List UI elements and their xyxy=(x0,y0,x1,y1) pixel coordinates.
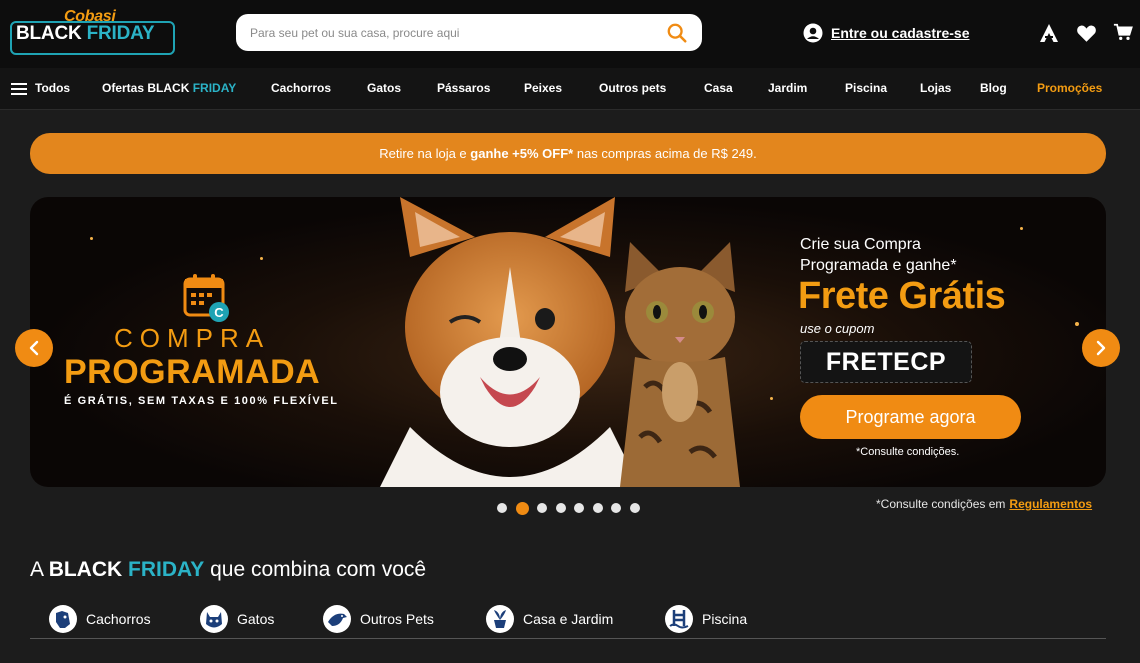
hero-compra-text: COMPRA xyxy=(114,323,271,353)
corgi-dog-image xyxy=(380,197,640,487)
nav-item-gatos[interactable]: Gatos xyxy=(367,81,401,95)
menu-icon[interactable] xyxy=(11,83,27,96)
nav-item-blog[interactable]: Blog xyxy=(980,81,1007,95)
category-tab-cachorros[interactable]: Cachorros xyxy=(48,603,151,635)
hero-frete-gratis: Frete Grátis xyxy=(798,275,1006,317)
nav-item-outros-pets[interactable]: Outros pets xyxy=(599,81,666,95)
category-tab-outros-pets[interactable]: Outros Pets xyxy=(322,603,434,635)
nav-item-lojas[interactable]: Lojas xyxy=(920,81,951,95)
section-title-suffix: que combina com você xyxy=(204,558,427,581)
pool-icon xyxy=(665,605,693,633)
dog-icon xyxy=(49,605,77,633)
search-input[interactable] xyxy=(250,23,650,43)
main-nav: Todos Ofertas BLACK FRIDAY Cachorros Gat… xyxy=(0,68,1140,110)
hero-carousel-slide[interactable]: C COMPRA PROGRAMADA É GRÁTIS, SEM TAXAS … xyxy=(30,197,1106,487)
carousel-dot[interactable] xyxy=(555,503,566,513)
calendar-icon: C xyxy=(183,274,229,322)
category-label: Outros Pets xyxy=(360,611,434,627)
nav-item-casa[interactable]: Casa xyxy=(704,81,733,95)
regulamentos-note: *Consulte condições em Regulamentos xyxy=(876,497,1092,511)
plant-icon xyxy=(486,605,514,633)
nav-item-peixes[interactable]: Peixes xyxy=(524,81,562,95)
programe-agora-button[interactable]: Programe agora xyxy=(800,395,1021,439)
chevron-right-icon xyxy=(1096,340,1106,356)
hero-tagline: É GRÁTIS, SEM TAXAS E 100% FLEXÍVEL xyxy=(64,395,339,407)
category-label: Casa e Jardim xyxy=(523,611,614,627)
logo-black: BLACK xyxy=(16,23,82,44)
hero-crie-text: Crie sua Compra Programada e ganhe* xyxy=(800,234,957,276)
carousel-pagination xyxy=(497,501,648,515)
nav-item-passaros[interactable]: Pássaros xyxy=(437,81,490,95)
account-link[interactable]: Entre ou cadastre-se xyxy=(803,23,970,43)
search-bar xyxy=(236,14,702,51)
nav-item-todos[interactable]: Todos xyxy=(35,81,70,95)
section-title-prefix: A xyxy=(30,558,49,581)
section-title-friday: FRIDAY xyxy=(128,558,205,581)
hero-crie-line-2: Programada e ganhe* xyxy=(800,257,957,274)
category-tab-gatos[interactable]: Gatos xyxy=(199,603,274,635)
regulamentos-link[interactable]: Regulamentos xyxy=(1009,497,1092,511)
cat-icon xyxy=(200,605,228,633)
category-label: Gatos xyxy=(237,611,275,627)
hero-cupom-label: use o cupom xyxy=(800,321,875,336)
category-label: Cachorros xyxy=(86,611,151,627)
carousel-dot[interactable] xyxy=(611,503,621,513)
chevron-left-icon xyxy=(29,340,39,356)
nav-item-cachorros[interactable]: Cachorros xyxy=(271,81,331,95)
carousel-dot[interactable] xyxy=(515,501,529,515)
cobasi-black-friday-logo[interactable]: Cobasi BLACK FRIDAY xyxy=(10,6,175,55)
category-label: Piscina xyxy=(702,611,748,627)
nav-item-piscina[interactable]: Piscina xyxy=(845,81,887,95)
category-tabs: Cachorros Gatos Outros Pets Casa e Jardi… xyxy=(30,600,1106,639)
carousel-prev-button[interactable] xyxy=(15,329,53,367)
coupon-code: FRETECP xyxy=(800,341,972,383)
heart-icon[interactable] xyxy=(1076,23,1097,43)
bird-icon xyxy=(323,605,351,633)
hero-crie-line-1: Crie sua Compra xyxy=(800,236,921,253)
carousel-dot[interactable] xyxy=(629,503,640,513)
search-icon[interactable] xyxy=(666,22,688,44)
logo-friday: FRIDAY xyxy=(86,23,155,44)
regulamentos-text: *Consulte condições em xyxy=(876,497,1006,511)
promo-text-bold: ganhe +5% OFF* xyxy=(470,146,574,161)
bengal-cat-image xyxy=(620,242,740,487)
category-tab-casa-e-jardim[interactable]: Casa e Jardim xyxy=(485,603,613,635)
section-title: A BLACK FRIDAY que combina com você xyxy=(30,558,426,582)
carousel-dot[interactable] xyxy=(497,503,507,513)
carousel-next-button[interactable] xyxy=(1082,329,1120,367)
nav-offers-friday: FRIDAY xyxy=(192,81,237,95)
logo-wordmark: BLACK FRIDAY xyxy=(16,23,155,45)
nav-offers-black: BLACK xyxy=(147,81,190,95)
account-label: Entre ou cadastre-se xyxy=(831,25,970,41)
carousel-dot[interactable] xyxy=(574,503,584,513)
pickup-promo-banner[interactable]: Retire na loja e ganhe +5% OFF* nas comp… xyxy=(30,133,1106,174)
nav-offers-prefix: Ofertas xyxy=(102,81,145,95)
cart-icon[interactable] xyxy=(1113,22,1133,42)
nav-item-jardim[interactable]: Jardim xyxy=(768,81,807,95)
promo-text-2: nas compras acima de R$ 249. xyxy=(573,146,757,161)
nav-item-promocoes[interactable]: Promoções xyxy=(1037,81,1102,95)
hero-programada-text: PROGRAMADA xyxy=(64,353,321,391)
carousel-dot[interactable] xyxy=(592,503,603,513)
section-title-black: BLACK xyxy=(48,558,123,581)
user-icon xyxy=(803,23,823,43)
nav-item-ofertas-black-friday[interactable]: Ofertas BLACK FRIDAY xyxy=(102,81,236,95)
category-tab-piscina[interactable]: Piscina xyxy=(664,603,747,635)
apps-a-icon[interactable] xyxy=(1038,22,1060,44)
promo-text-1: Retire na loja e xyxy=(379,146,471,161)
hero-disclaimer: *Consulte condições. xyxy=(856,446,960,458)
header: Cobasi BLACK FRIDAY Entre ou cadastre-se xyxy=(0,0,1140,68)
carousel-dot[interactable] xyxy=(537,503,547,513)
svg-text:C: C xyxy=(214,305,224,320)
